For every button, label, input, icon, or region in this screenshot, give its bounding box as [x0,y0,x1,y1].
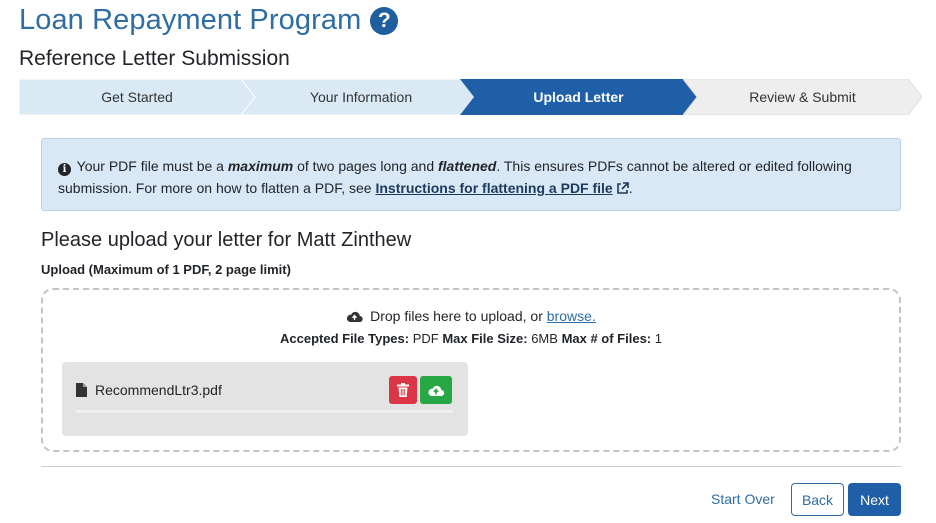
help-question-icon[interactable]: ? [370,6,399,35]
step-your-information[interactable]: Your Information [241,79,481,115]
start-over-link[interactable]: Start Over [711,491,775,507]
step-upload-letter[interactable]: Upload Letter [460,79,697,115]
cloud-upload-icon [428,385,445,396]
delete-file-button[interactable] [389,376,417,404]
external-link-icon[interactable] [616,182,629,195]
browse-link[interactable]: browse. [547,308,596,324]
accepted-types-value: PDF [412,331,439,346]
upload-heading: Please upload your letter for Matt Zinth… [41,229,412,251]
section-divider [41,466,901,467]
step-label: Your Information [309,89,413,105]
drop-instructions: Drop files here to upload, or browse. [43,308,899,324]
flatten-instructions-link[interactable]: Instructions for flattening a PDF file [375,180,612,196]
uploaded-file-card: RecommendLtr3.pdf [62,362,468,436]
file-name: RecommendLtr3.pdf [95,382,222,398]
title-row: Loan Repayment Program ? [19,4,399,37]
max-size-value: 6MB [531,331,558,346]
max-files-value: 1 [654,331,662,346]
upload-file-button[interactable] [420,376,452,404]
max-files-label: Max # of Files: [561,331,652,346]
alert-text: of two pages long and [293,158,438,174]
trash-icon [397,383,409,397]
step-label: Get Started [101,89,173,105]
back-button[interactable]: Back [791,483,844,516]
max-size-label: Max File Size: [442,331,528,346]
step-get-started[interactable]: Get Started [19,79,255,115]
next-button[interactable]: Next [848,483,901,516]
alert-text: . [628,180,633,196]
file-dropzone[interactable]: Drop files here to upload, or browse. Ac… [41,288,901,452]
upload-progress-bar [76,410,453,413]
upload-field-label: Upload (Maximum of 1 PDF, 2 page limit) [41,262,291,277]
step-label: Review & Submit [749,89,856,105]
cloud-upload-icon [347,311,363,323]
drop-text: Drop files here to upload, or [370,308,547,324]
alert-text: Your PDF file must be a [76,158,228,174]
page-title: Loan Repayment Program [19,4,362,36]
alert-emphasis-maximum: maximum [227,158,294,174]
page-subtitle: Reference Letter Submission [19,47,290,70]
info-alert: i Your PDF file must be a maximum of two… [41,138,901,211]
step-review-submit[interactable]: Review & Submit [683,79,922,115]
step-label: Upload Letter [533,89,624,105]
progress-stepper: Get Started Your Information Upload Lett… [19,79,922,115]
alert-emphasis-flattened: flattened [438,158,497,174]
info-circle-icon: i [58,163,71,176]
accepted-file-info: Accepted File Types: PDF Max File Size: … [43,331,899,346]
file-document-icon [76,383,87,397]
accepted-types-label: Accepted File Types: [280,331,410,346]
